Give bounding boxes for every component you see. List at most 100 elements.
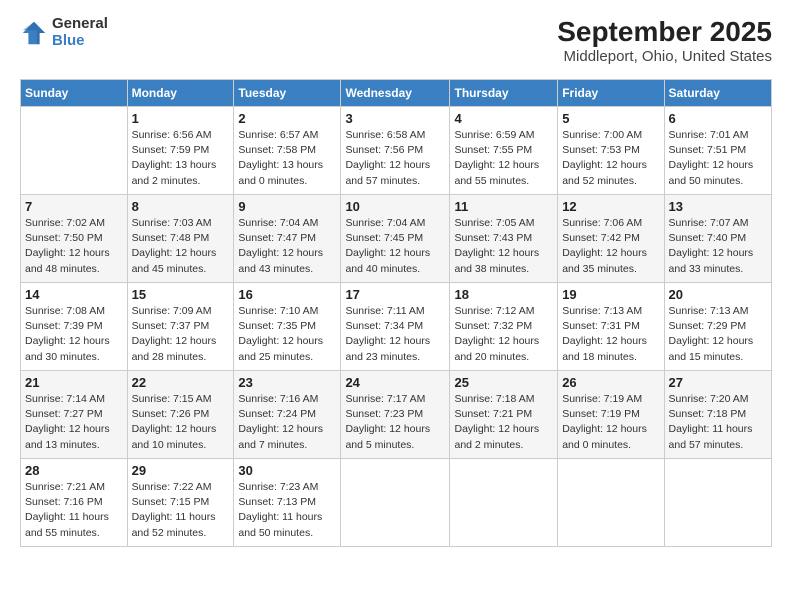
logo-icon bbox=[20, 19, 48, 47]
cell-text: Sunrise: 7:00 AM bbox=[562, 128, 659, 143]
calendar-cell: 10Sunrise: 7:04 AMSunset: 7:45 PMDayligh… bbox=[341, 195, 450, 283]
day-number: 27 bbox=[669, 375, 767, 390]
cell-text: Daylight: 12 hours bbox=[132, 246, 230, 261]
cell-text: Sunset: 7:50 PM bbox=[25, 231, 123, 246]
cell-text: Sunset: 7:59 PM bbox=[132, 143, 230, 158]
cell-text: and 0 minutes. bbox=[238, 174, 336, 189]
cell-text: Sunset: 7:53 PM bbox=[562, 143, 659, 158]
cell-text: and 33 minutes. bbox=[669, 262, 767, 277]
title-block: September 2025 Middleport, Ohio, United … bbox=[557, 16, 772, 65]
calendar-cell: 12Sunrise: 7:06 AMSunset: 7:42 PMDayligh… bbox=[558, 195, 664, 283]
calendar-cell: 27Sunrise: 7:20 AMSunset: 7:18 PMDayligh… bbox=[664, 371, 771, 459]
cell-text: and 18 minutes. bbox=[562, 350, 659, 365]
calendar-table: SundayMondayTuesdayWednesdayThursdayFrid… bbox=[20, 79, 772, 547]
cell-text: Sunset: 7:23 PM bbox=[345, 407, 445, 422]
cell-text: and 28 minutes. bbox=[132, 350, 230, 365]
cell-text: and 52 minutes. bbox=[132, 526, 230, 541]
logo-text: General Blue bbox=[52, 16, 108, 49]
cell-text: Sunrise: 6:57 AM bbox=[238, 128, 336, 143]
page-header: General Blue September 2025 Middleport, … bbox=[20, 16, 772, 65]
cell-text: Sunset: 7:48 PM bbox=[132, 231, 230, 246]
cell-text: Sunrise: 7:06 AM bbox=[562, 216, 659, 231]
cell-text: Sunset: 7:21 PM bbox=[454, 407, 553, 422]
cell-text: Sunrise: 7:22 AM bbox=[132, 480, 230, 495]
cell-text: Daylight: 12 hours bbox=[238, 246, 336, 261]
cell-text: and 35 minutes. bbox=[562, 262, 659, 277]
weekday-header: Thursday bbox=[450, 80, 558, 107]
cell-text: Daylight: 12 hours bbox=[25, 422, 123, 437]
cell-text: Sunrise: 7:01 AM bbox=[669, 128, 767, 143]
cell-text: Sunset: 7:45 PM bbox=[345, 231, 445, 246]
day-number: 6 bbox=[669, 111, 767, 126]
day-number: 3 bbox=[345, 111, 445, 126]
weekday-header: Tuesday bbox=[234, 80, 341, 107]
cell-text: and 23 minutes. bbox=[345, 350, 445, 365]
calendar-week-row: 1Sunrise: 6:56 AMSunset: 7:59 PMDaylight… bbox=[21, 107, 772, 195]
calendar-week-row: 7Sunrise: 7:02 AMSunset: 7:50 PMDaylight… bbox=[21, 195, 772, 283]
logo: General Blue bbox=[20, 16, 108, 49]
cell-text: Daylight: 12 hours bbox=[345, 334, 445, 349]
cell-text: Daylight: 13 hours bbox=[132, 158, 230, 173]
cell-text: Sunset: 7:37 PM bbox=[132, 319, 230, 334]
cell-text: Sunset: 7:27 PM bbox=[25, 407, 123, 422]
calendar-cell: 1Sunrise: 6:56 AMSunset: 7:59 PMDaylight… bbox=[127, 107, 234, 195]
cell-text: and 0 minutes. bbox=[562, 438, 659, 453]
day-number: 16 bbox=[238, 287, 336, 302]
weekday-header: Wednesday bbox=[341, 80, 450, 107]
cell-text: Sunset: 7:56 PM bbox=[345, 143, 445, 158]
cell-text: Daylight: 12 hours bbox=[25, 334, 123, 349]
cell-text: Sunset: 7:29 PM bbox=[669, 319, 767, 334]
cell-text: and 45 minutes. bbox=[132, 262, 230, 277]
cell-text: and 30 minutes. bbox=[25, 350, 123, 365]
cell-text: Sunrise: 7:18 AM bbox=[454, 392, 553, 407]
cell-text: Sunrise: 7:14 AM bbox=[25, 392, 123, 407]
calendar-cell: 18Sunrise: 7:12 AMSunset: 7:32 PMDayligh… bbox=[450, 283, 558, 371]
calendar-cell: 28Sunrise: 7:21 AMSunset: 7:16 PMDayligh… bbox=[21, 459, 128, 547]
cell-text: Sunrise: 7:15 AM bbox=[132, 392, 230, 407]
calendar-cell: 29Sunrise: 7:22 AMSunset: 7:15 PMDayligh… bbox=[127, 459, 234, 547]
cell-text: Sunrise: 7:07 AM bbox=[669, 216, 767, 231]
cell-text: and 55 minutes. bbox=[25, 526, 123, 541]
calendar-cell bbox=[664, 459, 771, 547]
calendar-cell: 14Sunrise: 7:08 AMSunset: 7:39 PMDayligh… bbox=[21, 283, 128, 371]
day-number: 12 bbox=[562, 199, 659, 214]
cell-text: Sunset: 7:47 PM bbox=[238, 231, 336, 246]
cell-text: Sunset: 7:18 PM bbox=[669, 407, 767, 422]
cell-text: Sunset: 7:39 PM bbox=[25, 319, 123, 334]
calendar-week-row: 14Sunrise: 7:08 AMSunset: 7:39 PMDayligh… bbox=[21, 283, 772, 371]
cell-text: Sunrise: 7:21 AM bbox=[25, 480, 123, 495]
cell-text: Daylight: 12 hours bbox=[669, 246, 767, 261]
calendar-cell: 4Sunrise: 6:59 AMSunset: 7:55 PMDaylight… bbox=[450, 107, 558, 195]
cell-text: Sunrise: 7:09 AM bbox=[132, 304, 230, 319]
day-number: 7 bbox=[25, 199, 123, 214]
cell-text: Sunset: 7:51 PM bbox=[669, 143, 767, 158]
calendar-cell: 2Sunrise: 6:57 AMSunset: 7:58 PMDaylight… bbox=[234, 107, 341, 195]
day-number: 24 bbox=[345, 375, 445, 390]
day-number: 21 bbox=[25, 375, 123, 390]
cell-text: and 57 minutes. bbox=[345, 174, 445, 189]
day-number: 8 bbox=[132, 199, 230, 214]
cell-text: Daylight: 12 hours bbox=[345, 246, 445, 261]
cell-text: Sunset: 7:26 PM bbox=[132, 407, 230, 422]
calendar-cell: 16Sunrise: 7:10 AMSunset: 7:35 PMDayligh… bbox=[234, 283, 341, 371]
cell-text: Sunrise: 7:05 AM bbox=[454, 216, 553, 231]
calendar-cell: 17Sunrise: 7:11 AMSunset: 7:34 PMDayligh… bbox=[341, 283, 450, 371]
day-number: 18 bbox=[454, 287, 553, 302]
cell-text: Daylight: 12 hours bbox=[132, 334, 230, 349]
calendar-cell bbox=[21, 107, 128, 195]
cell-text: Daylight: 12 hours bbox=[669, 158, 767, 173]
calendar-cell: 11Sunrise: 7:05 AMSunset: 7:43 PMDayligh… bbox=[450, 195, 558, 283]
cell-text: Sunset: 7:32 PM bbox=[454, 319, 553, 334]
cell-text: Sunrise: 7:23 AM bbox=[238, 480, 336, 495]
cell-text: Daylight: 11 hours bbox=[238, 510, 336, 525]
calendar-cell: 13Sunrise: 7:07 AMSunset: 7:40 PMDayligh… bbox=[664, 195, 771, 283]
cell-text: Daylight: 12 hours bbox=[454, 158, 553, 173]
day-number: 25 bbox=[454, 375, 553, 390]
logo-line1: General bbox=[52, 16, 108, 33]
cell-text: Sunrise: 7:12 AM bbox=[454, 304, 553, 319]
cell-text: Daylight: 11 hours bbox=[132, 510, 230, 525]
cell-text: Sunset: 7:55 PM bbox=[454, 143, 553, 158]
day-number: 1 bbox=[132, 111, 230, 126]
cell-text: and 2 minutes. bbox=[132, 174, 230, 189]
cell-text: Daylight: 12 hours bbox=[562, 334, 659, 349]
